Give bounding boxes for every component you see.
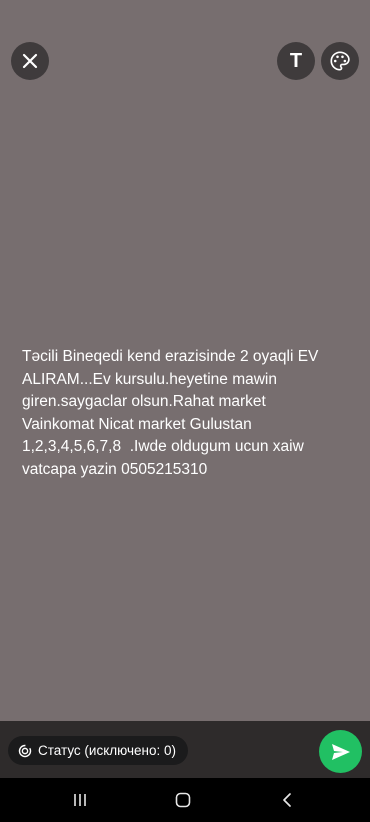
home-button[interactable]: [171, 788, 195, 812]
home-icon: [175, 792, 191, 808]
status-text[interactable]: Təcili Bineqedi kend erazisinde 2 oyaqli…: [22, 346, 342, 482]
close-icon: [22, 53, 38, 69]
text-tool-label: T: [289, 49, 303, 72]
back-button[interactable]: [275, 788, 299, 812]
status-privacy-label: Статус (исключено: 0): [38, 743, 176, 758]
status-privacy-button[interactable]: Статус (исключено: 0): [8, 736, 188, 765]
back-icon: [283, 793, 291, 807]
recents-icon: [74, 794, 86, 806]
palette-icon: [330, 51, 350, 71]
color-palette-button[interactable]: [321, 42, 359, 80]
send-button[interactable]: [319, 730, 362, 773]
system-navigation-bar: [0, 778, 370, 822]
recents-button[interactable]: [68, 788, 92, 812]
status-privacy-icon: [18, 744, 32, 758]
close-button[interactable]: [11, 42, 49, 80]
text-tool-button[interactable]: T: [277, 42, 315, 80]
send-icon: [331, 743, 350, 760]
